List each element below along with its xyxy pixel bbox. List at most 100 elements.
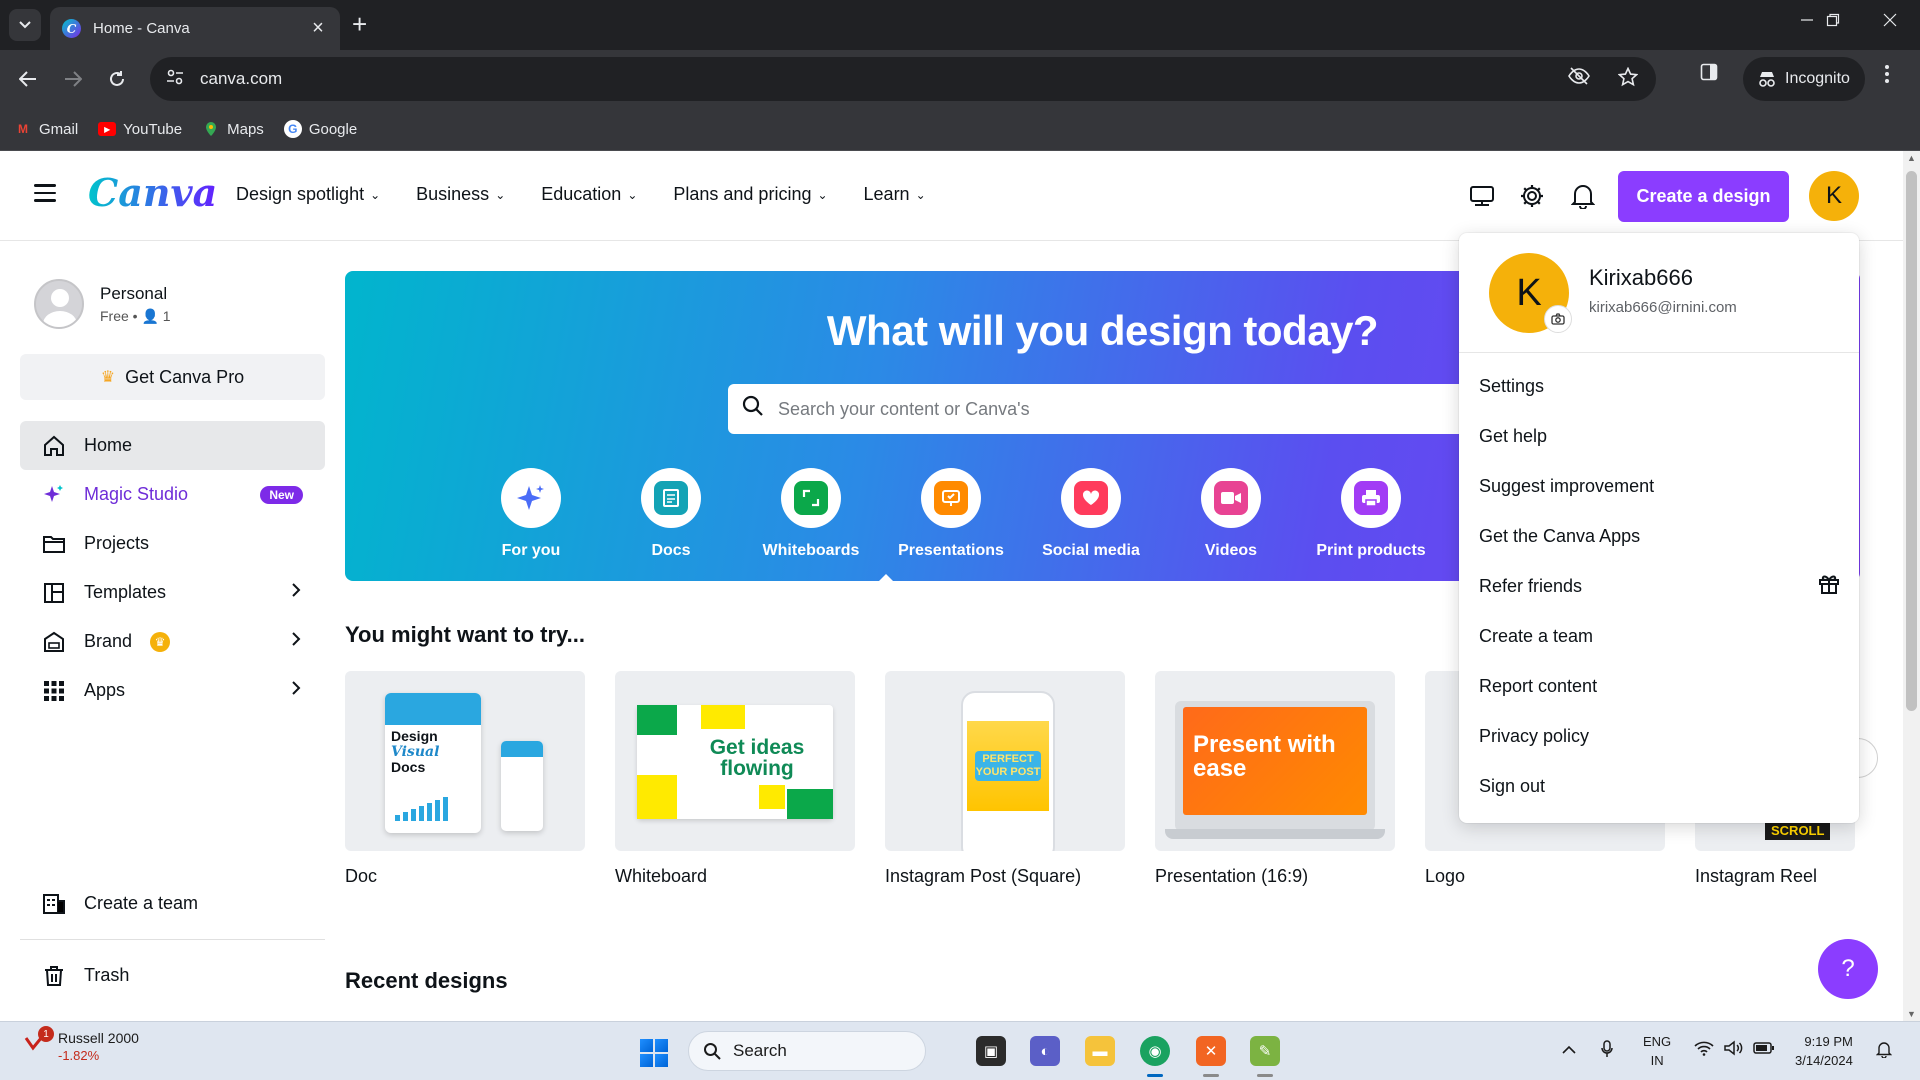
- browser-tab[interactable]: C Home - Canva ×: [50, 7, 340, 50]
- scroll-down-arrow-icon[interactable]: ▼: [1907, 1009, 1916, 1019]
- menu-item-refer-friends[interactable]: Refer friends: [1459, 561, 1859, 611]
- nav-learn[interactable]: Learn ⌄: [864, 184, 926, 205]
- account-switcher[interactable]: Personal Free • 👤 1: [34, 279, 171, 329]
- category-circle: [501, 468, 561, 528]
- nav-business[interactable]: Business ⌄: [416, 184, 505, 205]
- scroll-up-arrow-icon[interactable]: ▲: [1907, 153, 1916, 163]
- camera-icon[interactable]: [1544, 305, 1572, 333]
- nav-label: Plans and pricing: [673, 184, 812, 204]
- bookmark-youtube[interactable]: ▶ YouTube: [98, 121, 182, 138]
- menu-item-suggest-improvement[interactable]: Suggest improvement: [1459, 461, 1859, 511]
- address-bar[interactable]: canva.com: [150, 57, 1656, 101]
- site-info-icon[interactable]: [166, 69, 184, 90]
- system-clock[interactable]: 9:19 PM 3/14/2024: [1795, 1032, 1853, 1070]
- browser-menu-icon[interactable]: [1884, 64, 1890, 90]
- sidebar-item-templates[interactable]: Templates: [20, 568, 325, 617]
- forward-arrow-icon[interactable]: [57, 63, 89, 95]
- account-avatar-button[interactable]: K: [1809, 171, 1859, 221]
- scrollbar-thumb[interactable]: [1906, 171, 1917, 711]
- nav-label: Learn: [863, 184, 910, 204]
- menu-item-report-content[interactable]: Report content: [1459, 661, 1859, 711]
- volume-icon[interactable]: [1723, 1040, 1743, 1061]
- file-explorer-icon[interactable]: ▬: [1085, 1036, 1115, 1066]
- tab-search-button[interactable]: [9, 9, 41, 41]
- xampp-icon[interactable]: ✕: [1196, 1036, 1226, 1066]
- reload-icon[interactable]: [101, 63, 133, 95]
- incognito-indicator[interactable]: Incognito: [1743, 57, 1865, 101]
- category-for-you[interactable]: For you: [461, 468, 601, 560]
- settings-gear-icon[interactable]: [1517, 181, 1547, 211]
- canva-logo[interactable]: Canva: [88, 170, 217, 215]
- menu-item-settings[interactable]: Settings: [1459, 361, 1859, 411]
- menu-item-sign-out[interactable]: Sign out: [1459, 761, 1859, 811]
- back-arrow-icon[interactable]: [12, 63, 44, 95]
- templates-icon: [42, 581, 66, 605]
- stock-widget[interactable]: 1 Russell 2000 -1.82%: [24, 1026, 139, 1063]
- category-videos[interactable]: Videos: [1161, 468, 1301, 560]
- nav-design-spotlight[interactable]: Design spotlight ⌄: [236, 184, 380, 205]
- notification-bell-icon[interactable]: [1875, 1040, 1893, 1063]
- category-presentations[interactable]: Presentations: [881, 468, 1021, 560]
- tray-overflow-chevron-icon[interactable]: [1562, 1040, 1576, 1060]
- get-canva-pro-button[interactable]: ♛ Get Canva Pro: [20, 354, 325, 400]
- card-caption: Instagram Post (Square): [885, 866, 1082, 886]
- nav-plans-pricing[interactable]: Plans and pricing ⌄: [673, 184, 827, 205]
- task-view-icon[interactable]: ▣: [976, 1036, 1006, 1066]
- sidebar-item-brand[interactable]: Brand ♛: [20, 617, 325, 666]
- language-indicator[interactable]: ENG IN: [1643, 1032, 1671, 1070]
- design-card-presentation[interactable]: Present with ease Presentation (16:9): [1155, 671, 1395, 887]
- category-docs[interactable]: Docs: [601, 468, 741, 560]
- sidebar-item-create-team[interactable]: Create a team: [20, 879, 325, 928]
- close-window-icon[interactable]: [1883, 10, 1897, 33]
- tab-close-icon[interactable]: ×: [308, 17, 328, 40]
- menu-item-get-help[interactable]: Get help: [1459, 411, 1859, 461]
- card-caption: Doc: [345, 866, 378, 886]
- bookmark-maps[interactable]: Maps: [202, 121, 264, 138]
- nav-education[interactable]: Education ⌄: [541, 184, 637, 205]
- design-card-whiteboard[interactable]: Get ideas flowing Whiteboard: [615, 671, 855, 887]
- new-tab-button[interactable]: +: [352, 10, 367, 38]
- category-social-media[interactable]: Social media: [1021, 468, 1161, 560]
- sidebar-item-apps[interactable]: Apps: [20, 666, 325, 715]
- teams-chat-icon[interactable]: ◐: [1030, 1036, 1060, 1066]
- create-design-button[interactable]: Create a design: [1618, 171, 1789, 222]
- search-icon: [742, 395, 764, 423]
- windows-start-icon[interactable]: [640, 1039, 668, 1067]
- menu-item-privacy-policy[interactable]: Privacy policy: [1459, 711, 1859, 761]
- nav-label: Business: [416, 184, 490, 204]
- sidebar-item-magic-studio[interactable]: Magic Studio New: [20, 470, 325, 519]
- page-scrollbar[interactable]: ▲ ▼: [1903, 151, 1920, 1021]
- restore-icon[interactable]: [1826, 10, 1840, 33]
- minimize-icon[interactable]: [1800, 10, 1814, 33]
- category-label: For you: [501, 542, 561, 559]
- hamburger-menu-icon[interactable]: [34, 184, 56, 207]
- sidebar-item-home[interactable]: Home: [20, 421, 325, 470]
- bookmark-gmail[interactable]: M Gmail: [14, 121, 78, 138]
- category-whiteboards[interactable]: Whiteboards: [741, 468, 881, 560]
- bookmark-google[interactable]: G Google: [283, 120, 357, 138]
- bookmark-star-icon[interactable]: [1617, 66, 1639, 93]
- help-button[interactable]: ?: [1818, 939, 1878, 999]
- chrome-icon[interactable]: ◉: [1140, 1036, 1170, 1066]
- notifications-bell-icon[interactable]: [1568, 181, 1598, 211]
- notepad-app-icon[interactable]: ✎: [1250, 1036, 1280, 1066]
- eye-off-icon[interactable]: [1568, 67, 1590, 93]
- category-label: Presentations: [898, 542, 1004, 559]
- design-card-instagram-post[interactable]: PERFECT YOUR POST Instagram Post (Square…: [885, 671, 1125, 887]
- side-panel-icon[interactable]: [1700, 63, 1718, 87]
- sidebar-item-trash[interactable]: Trash: [20, 951, 325, 1000]
- search-input[interactable]: [778, 398, 1378, 420]
- menu-item-get-apps[interactable]: Get the Canva Apps: [1459, 511, 1859, 561]
- desktop-app-icon[interactable]: [1467, 181, 1497, 211]
- taskbar-search[interactable]: Search: [688, 1031, 926, 1071]
- sparkle-icon: [42, 483, 66, 507]
- battery-icon[interactable]: [1753, 1040, 1775, 1060]
- account-email: kirixab666@irnini.com: [1589, 299, 1737, 316]
- category-print-products[interactable]: Print products: [1301, 468, 1441, 560]
- microphone-icon[interactable]: [1601, 1040, 1613, 1063]
- sidebar-item-projects[interactable]: Projects: [20, 519, 325, 568]
- design-card-doc[interactable]: Design Visual Docs Doc: [345, 671, 585, 887]
- wifi-icon[interactable]: [1694, 1040, 1714, 1061]
- menu-item-create-team[interactable]: Create a team: [1459, 611, 1859, 661]
- bookmark-label: YouTube: [123, 120, 183, 138]
